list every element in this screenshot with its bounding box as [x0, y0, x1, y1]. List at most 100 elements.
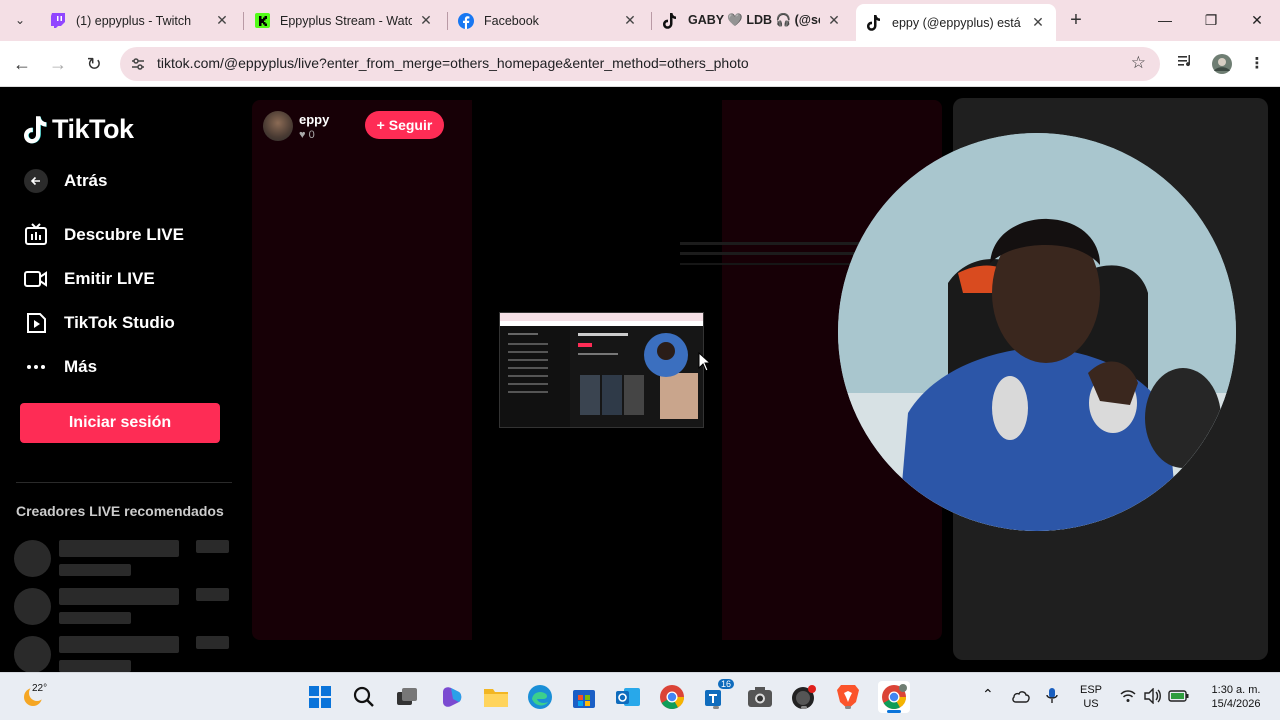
notification-badge: 16 — [718, 679, 735, 689]
skeleton-line — [196, 636, 229, 649]
tab-label: GABY 🩶 LDB 🎧 (@soyg — [688, 13, 820, 27]
edge-app[interactable] — [526, 683, 554, 711]
back-arrow-icon — [24, 169, 48, 193]
restore-button[interactable]: ❐ — [1188, 0, 1234, 40]
webcam-overlay — [838, 133, 1236, 531]
bookmark-star-icon[interactable]: ☆ — [1131, 53, 1146, 73]
time: 1:30 a. m. — [1211, 684, 1261, 696]
nav-discover-live[interactable]: Descubre LIVE — [24, 223, 184, 247]
store-app[interactable] — [570, 683, 598, 711]
keyboard-layout: US — [1083, 698, 1099, 710]
host-name[interactable]: eppy — [299, 112, 329, 127]
twitch-icon — [50, 13, 66, 29]
brave-app[interactable] — [834, 683, 862, 711]
language-indicator[interactable]: ESP US — [1076, 683, 1106, 711]
tiktok-page: TikTok Atrás Descubre LIVE Emitir LIVE T… — [0, 88, 1280, 672]
profile-avatar[interactable] — [1211, 53, 1233, 75]
start-button[interactable] — [306, 683, 334, 711]
sidebar: TikTok Atrás Descubre LIVE Emitir LIVE T… — [0, 88, 240, 672]
skeleton-line — [196, 540, 229, 553]
live-backdrop-left — [252, 100, 472, 640]
close-icon[interactable]: ✕ — [214, 12, 230, 29]
browser-tab-bar: ⌄ (1) eppyplus - Twitch ✕ Eppyplus Strea… — [0, 0, 1280, 41]
skeleton-avatar — [14, 636, 51, 672]
active-indicator — [887, 710, 901, 713]
teams-app[interactable]: 16 — [702, 679, 735, 711]
speaker-icon[interactable] — [1144, 687, 1162, 709]
login-button[interactable]: Iniciar sesión — [20, 403, 220, 443]
camera-app[interactable] — [746, 683, 774, 711]
close-icon[interactable]: ✕ — [826, 12, 842, 29]
site-info-icon[interactable] — [130, 56, 146, 72]
tab-twitch[interactable]: (1) eppyplus - Twitch ✕ — [40, 6, 240, 35]
outlook-app[interactable] — [614, 683, 642, 711]
screen-share-preview — [499, 312, 704, 428]
battery-icon[interactable] — [1168, 689, 1190, 708]
tiktok-icon — [24, 115, 47, 143]
microphone-icon[interactable] — [1046, 687, 1058, 710]
chevron-up-icon[interactable]: ⌃ — [982, 687, 994, 701]
close-icon[interactable]: ✕ — [418, 12, 434, 29]
obs-app[interactable] — [790, 683, 818, 711]
search-icon — [353, 686, 374, 707]
camera-icon — [24, 267, 48, 291]
tab-kick[interactable]: Eppyplus Stream - Watch ✕ — [244, 6, 444, 35]
reload-button[interactable]: ↻ — [81, 51, 107, 77]
folder-icon — [484, 689, 508, 707]
weather-widget[interactable]: 22° — [20, 681, 47, 712]
tab-tiktok-gaby[interactable]: GABY 🩶 LDB 🎧 (@soyg ✕ — [652, 6, 852, 35]
close-icon[interactable]: ✕ — [1030, 14, 1046, 31]
likes-value: 0 — [308, 128, 315, 141]
forward-button[interactable]: → — [45, 51, 71, 77]
tab-label: Facebook — [484, 13, 539, 28]
tab-label: (1) eppyplus - Twitch — [76, 13, 192, 28]
file-explorer-app[interactable] — [482, 683, 510, 711]
tiktok-icon — [662, 12, 678, 29]
cloud-icon[interactable] — [1012, 689, 1030, 708]
skeleton-line — [59, 660, 131, 672]
tiktok-logo[interactable]: TikTok — [24, 114, 134, 145]
address-bar[interactable]: tiktok.com/@eppyplus/live?enter_from_mer… — [120, 47, 1160, 81]
back-link[interactable]: Atrás — [24, 169, 107, 193]
kick-icon — [254, 13, 270, 29]
back-button[interactable]: ← — [9, 51, 35, 77]
chrome-app[interactable] — [658, 683, 686, 711]
nav-tiktok-studio[interactable]: TikTok Studio — [24, 311, 175, 335]
tab-tiktok-eppy[interactable]: eppy (@eppyplus) está e ✕ — [856, 4, 1056, 41]
outlook-icon — [616, 688, 640, 706]
wifi-icon[interactable] — [1120, 689, 1136, 708]
clock[interactable]: 1:30 a. m. 15/4/2026 — [1196, 683, 1276, 711]
media-control-icon[interactable] — [1175, 53, 1197, 75]
search-button[interactable] — [350, 683, 378, 711]
chrome-profile-app[interactable] — [878, 681, 910, 713]
live-stream-area[interactable]: eppy ♥ 0 + Seguir — [252, 100, 942, 640]
tab-facebook[interactable]: Facebook ✕ — [448, 6, 648, 35]
windows-taskbar: 22° 16 ⌃ ESP US 1:30 a. m. 15/4/2026 — [0, 672, 1280, 720]
m365-app[interactable] — [438, 683, 466, 711]
host-info[interactable]: eppy ♥ 0 — [263, 111, 329, 141]
creator-skeleton — [14, 636, 234, 672]
nav-label: Descubre LIVE — [64, 225, 184, 244]
nav-label: Más — [64, 357, 98, 376]
skeleton-line — [59, 636, 179, 653]
close-icon[interactable]: ✕ — [622, 12, 638, 29]
tab-search-button[interactable]: ⌄ — [8, 8, 32, 32]
task-view-icon — [397, 688, 417, 705]
running-indicator — [845, 706, 851, 709]
date: 15/4/2026 — [1211, 698, 1261, 710]
close-window-button[interactable]: ✕ — [1234, 0, 1280, 40]
browser-menu-icon[interactable]: ⋮ — [1246, 53, 1268, 75]
store-icon — [573, 690, 595, 708]
nav-go-live[interactable]: Emitir LIVE — [24, 267, 155, 291]
avatar[interactable] — [263, 111, 293, 141]
minimize-button[interactable]: — — [1142, 0, 1188, 40]
nav-label: Emitir LIVE — [64, 269, 155, 288]
new-tab-button[interactable]: + — [1064, 8, 1088, 32]
follow-button[interactable]: + Seguir — [365, 111, 444, 139]
nav-more[interactable]: Más — [24, 355, 97, 379]
windows-icon — [309, 686, 331, 708]
task-view-button[interactable] — [393, 683, 421, 711]
skeleton-avatar — [14, 540, 51, 577]
language-code: ESP — [1079, 684, 1102, 696]
m365-icon — [443, 687, 462, 707]
